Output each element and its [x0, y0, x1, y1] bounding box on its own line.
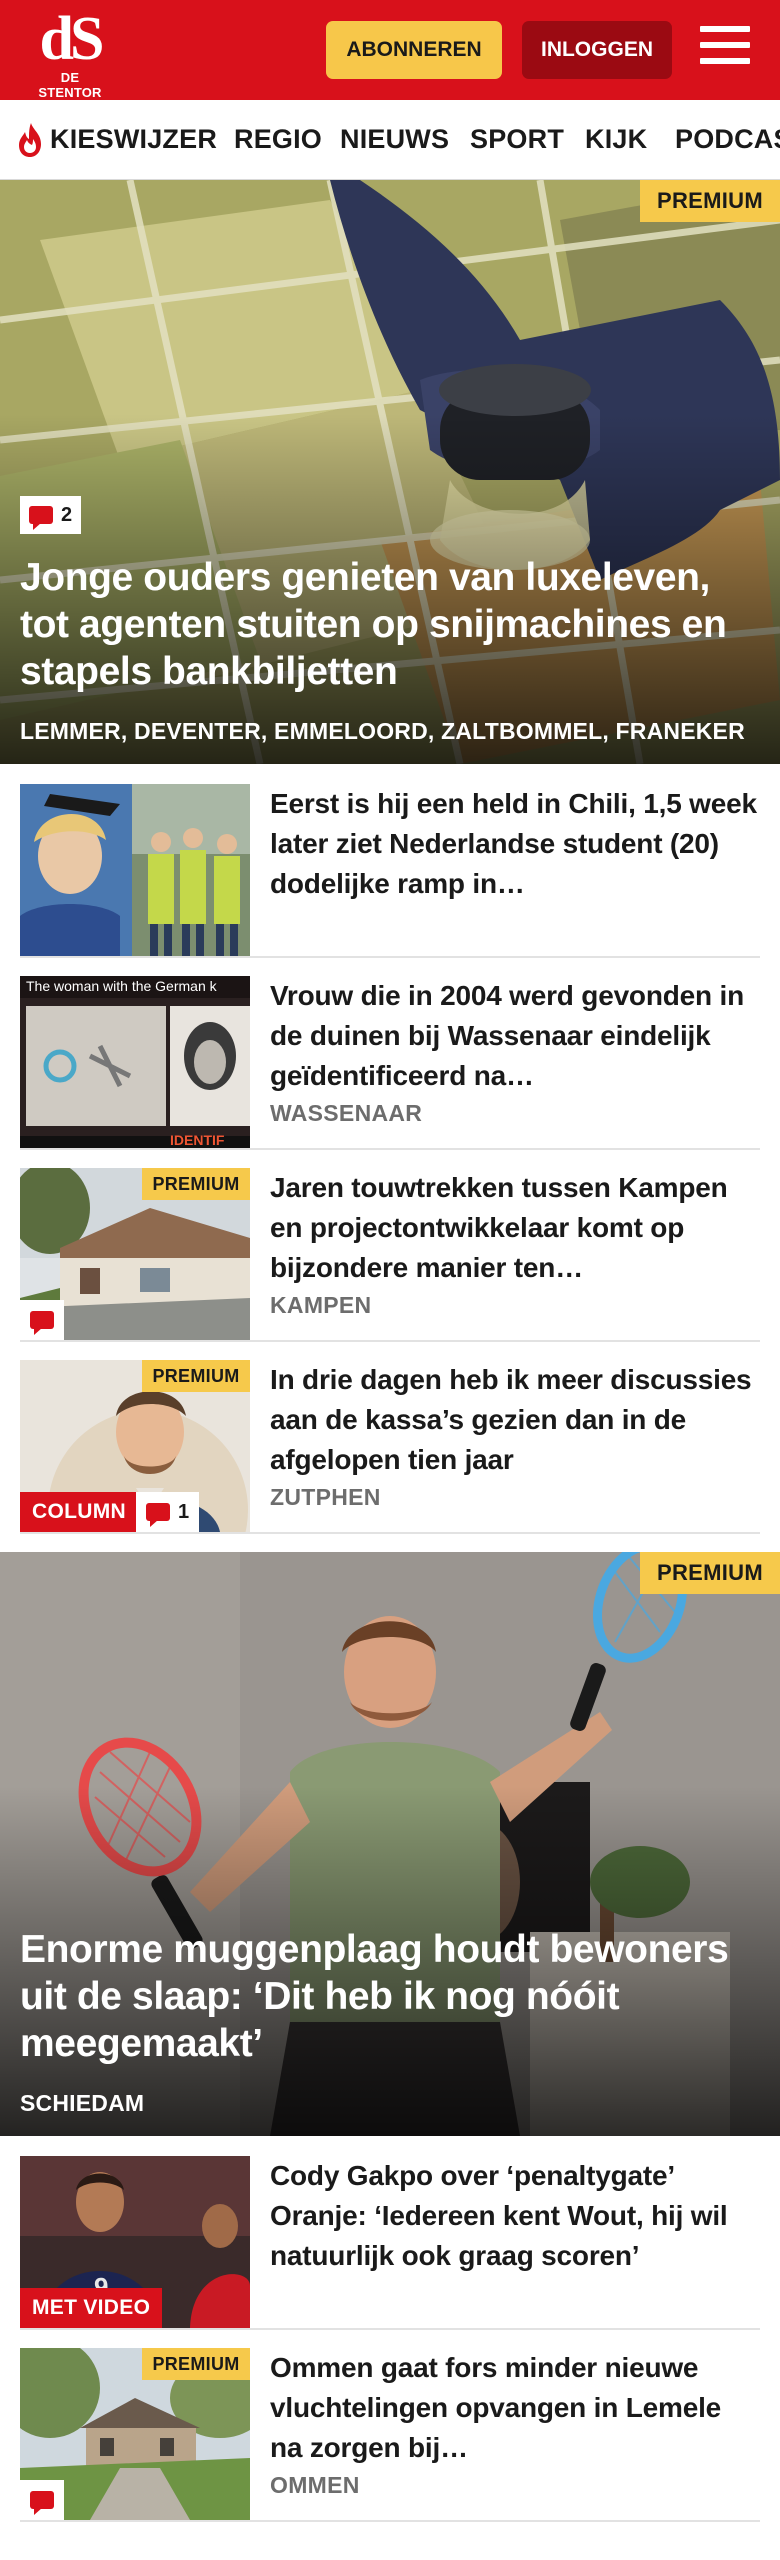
article-thumbnail: [20, 784, 250, 956]
premium-badge: PREMIUM: [142, 1360, 250, 1392]
flame-icon: [19, 123, 41, 157]
video-tag: MET VIDEO: [20, 2288, 163, 2328]
thumbnail-caption: The woman with the German k: [26, 978, 217, 994]
article-title[interactable]: Cody Gakpo over ‘penaltygate’ Oranje: ‘I…: [270, 2156, 760, 2276]
list-item[interactable]: PREMIUM Ommen gaat fors minder nieuwe vl…: [20, 2348, 760, 2522]
top-bar: dS DE STENTOR ABONNEREN INLOGGEN: [0, 0, 780, 100]
list-item[interactable]: The woman with the German k IDENTIF Vrou…: [20, 976, 760, 1150]
premium-badge: PREMIUM: [142, 1168, 250, 1200]
list-item[interactable]: Eerst is hij een held in Chili, 1,5 week…: [20, 784, 760, 958]
article-location: ZUTPHEN: [270, 1484, 381, 1510]
hero-location: LEMMER, DEVENTER, EMMELOORD, ZALTBOMMEL,…: [20, 718, 745, 744]
section-nav: KIESWIJZER REGIO NIEUWS SPORT KIJK PODCA…: [0, 100, 780, 180]
logo-mark: dS: [39, 5, 105, 73]
premium-badge: PREMIUM: [640, 180, 780, 222]
hero-headline[interactable]: Jonge ouders genieten van luxeleven, tot…: [20, 554, 760, 695]
site-logo[interactable]: dS DE STENTOR: [28, 5, 112, 100]
nav-item-podcast[interactable]: PODCAST: [675, 124, 780, 155]
article-title[interactable]: In drie dagen heb ik meer discussies aan…: [270, 1360, 760, 1480]
comment-count: 1: [178, 1500, 190, 1523]
premium-badge: PREMIUM: [640, 1552, 780, 1594]
nav-item-kieswijzer[interactable]: KIESWIJZER: [50, 124, 217, 155]
nav-item-kijk[interactable]: KIJK: [585, 124, 647, 155]
article-thumbnail: PREMIUM: [20, 2348, 250, 2520]
comment-icon: [30, 1311, 54, 1335]
article-thumbnail: PREMIUM: [20, 1168, 250, 1340]
thumbnail-caption-secondary: IDENTIF: [170, 1132, 225, 1148]
list-item[interactable]: PREMIUM Jaren touwtrekken tussen Kampen …: [20, 1168, 760, 1342]
login-button[interactable]: INLOGGEN: [522, 21, 672, 79]
comment-icon: [29, 506, 53, 530]
article-title[interactable]: Ommen gaat fors minder nieuwe vluchtelin…: [270, 2348, 760, 2468]
article-title[interactable]: Jaren touwtrekken tussen Kampen en proje…: [270, 1168, 760, 1288]
subscribe-button[interactable]: ABONNEREN: [326, 21, 502, 79]
logo-text: DE STENTOR: [38, 70, 102, 100]
nav-item-sport[interactable]: SPORT: [470, 124, 564, 155]
comment-icon: [30, 2491, 54, 2515]
article-location: WASSENAAR: [270, 1100, 423, 1126]
article-thumbnail: 9 MET VIDEO: [20, 2156, 250, 2328]
hero-headline[interactable]: Enorme muggenplaag houdt bewoners uit de…: [20, 1926, 760, 2067]
list-item[interactable]: PREMIUM COLUMN 1 In drie dagen heb ik me…: [20, 1360, 760, 1534]
article-thumbnail: PREMIUM COLUMN 1: [20, 1360, 250, 1532]
comment-count-badge[interactable]: 2: [20, 496, 82, 534]
column-tag: COLUMN: [20, 1492, 138, 1532]
nav-item-nieuws[interactable]: NIEUWS: [340, 124, 449, 155]
hero-article-mosquitoes[interactable]: PREMIUM Enorme muggenplaag houdt bewoner…: [0, 1552, 780, 2136]
comment-badge[interactable]: 1: [136, 1492, 200, 1532]
comment-count: 2: [61, 503, 73, 526]
article-location: KAMPEN: [270, 1292, 372, 1318]
hero-article-money[interactable]: PREMIUM 2 Jonge ouders genieten van luxe…: [0, 180, 780, 764]
premium-badge: PREMIUM: [142, 2348, 250, 2380]
comment-badge[interactable]: [20, 2480, 64, 2520]
list-item[interactable]: 9 MET VIDEO Cody Gakpo over ‘penaltygate…: [20, 2156, 760, 2330]
menu-icon[interactable]: [700, 26, 750, 70]
comment-icon: [146, 1503, 170, 1527]
article-thumbnail: The woman with the German k IDENTIF: [20, 976, 250, 1148]
hero-location: SCHIEDAM: [20, 2090, 145, 2116]
article-title[interactable]: Vrouw die in 2004 werd gevonden in de du…: [270, 976, 760, 1096]
article-title[interactable]: Eerst is hij een held in Chili, 1,5 week…: [270, 784, 760, 904]
comment-badge[interactable]: [20, 1300, 64, 1340]
article-location: OMMEN: [270, 2472, 360, 2498]
nav-item-regio[interactable]: REGIO: [234, 124, 322, 155]
